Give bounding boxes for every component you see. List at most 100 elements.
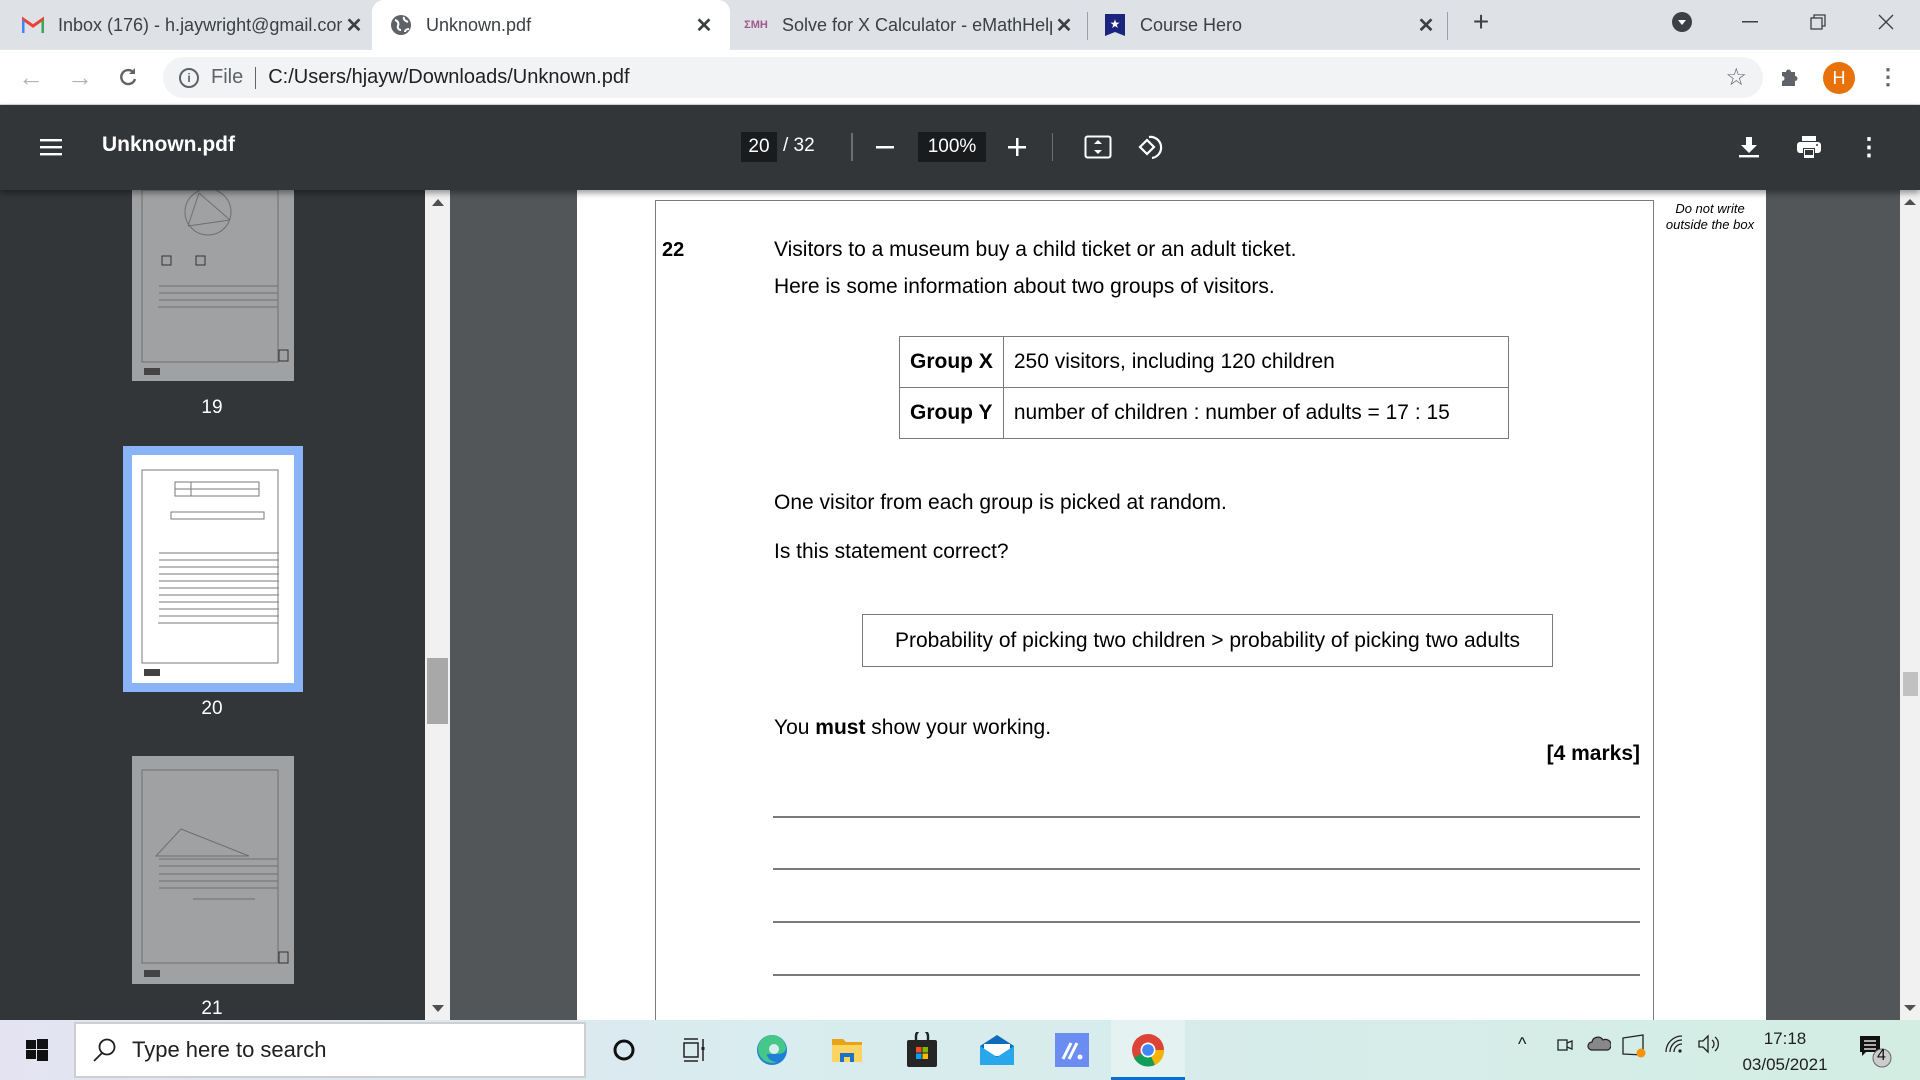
kebab-menu-icon: ⋮ <box>1877 64 1899 89</box>
rotate-button[interactable] <box>1133 130 1169 164</box>
answer-line[interactable] <box>773 816 1640 818</box>
new-tab-label: + <box>1472 6 1490 37</box>
cortana-button[interactable] <box>587 1020 661 1080</box>
tab-title: Inbox (176) - h.jaywright@gmail.com <box>58 14 342 35</box>
start-button[interactable] <box>0 1020 74 1080</box>
scroll-down-arrow-icon[interactable] <box>432 1005 444 1012</box>
working-emphasis: must <box>815 716 866 739</box>
pick-line: One visitor from each group is picked at… <box>774 491 1227 514</box>
system-clock[interactable]: 17:18 03/05/2021 <box>1730 1026 1840 1078</box>
thumbnail-page-20[interactable] <box>123 446 303 692</box>
bookmark-star-icon[interactable]: ☆ <box>1725 63 1747 92</box>
task-view-button[interactable] <box>658 1020 732 1080</box>
edge-button[interactable] <box>735 1020 809 1080</box>
pdf-more-button[interactable]: ⋮ <box>1852 130 1886 164</box>
plus-icon <box>1008 138 1026 156</box>
close-tab-icon[interactable]: ✕ <box>692 13 716 38</box>
close-window-button[interactable] <box>1858 0 1914 44</box>
back-button[interactable]: ← <box>12 58 50 96</box>
minimize-icon <box>1742 21 1758 23</box>
pinned-app-button[interactable] <box>1035 1020 1109 1080</box>
update-status-button[interactable] <box>1622 1034 1648 1063</box>
marks-label: [4 marks] <box>1546 742 1640 765</box>
group-label: Group X <box>899 336 1004 388</box>
new-tab-button[interactable]: + <box>1453 0 1509 44</box>
zoom-in-button[interactable] <box>999 132 1035 162</box>
volume-button[interactable] <box>1697 1034 1721 1059</box>
emathhelp-icon: ΣMH <box>744 19 768 31</box>
taskbar-search[interactable]: Type here to search <box>74 1022 586 1078</box>
answer-line[interactable] <box>773 974 1640 976</box>
download-button[interactable] <box>1732 130 1766 164</box>
pdf-toolbar: Unknown.pdf 20 / 32 100% ⋮ <box>0 105 1920 190</box>
sidebar-scrollbar-thumb[interactable] <box>427 658 448 724</box>
onedrive-button[interactable] <box>1587 1034 1612 1057</box>
mail-button[interactable] <box>960 1020 1034 1080</box>
thumbnail-page-19[interactable] <box>132 190 294 381</box>
viewer-scrollbar[interactable] <box>1900 190 1920 1020</box>
chrome-menu-button[interactable]: ⋮ <box>1869 58 1907 96</box>
omnibox[interactable]: i File C:/Users/hjayw/Downloads/Unknown.… <box>163 57 1763 98</box>
print-button[interactable] <box>1791 130 1827 164</box>
forward-button[interactable]: → <box>61 58 99 96</box>
answer-line[interactable] <box>773 868 1640 870</box>
intro-line-1: Visitors to a museum buy a child ticket … <box>774 238 1297 261</box>
viewer-scrollbar-thumb[interactable] <box>1903 672 1918 696</box>
printer-icon <box>1797 136 1821 158</box>
tab-separator <box>1447 12 1448 40</box>
group-label: Group Y <box>899 387 1004 439</box>
tab-gmail[interactable]: Inbox (176) - h.jaywright@gmail.com ✕ <box>22 0 366 50</box>
working-prefix: You <box>774 716 816 739</box>
scroll-up-arrow-icon[interactable] <box>432 199 444 206</box>
update-icon <box>1622 1034 1646 1058</box>
wifi-button[interactable] <box>1664 1034 1686 1059</box>
course-hero-icon: ★ <box>1104 14 1126 36</box>
clock-time: 17:18 <box>1763 1029 1807 1048</box>
svg-text:★: ★ <box>1110 17 1121 31</box>
profile-avatar[interactable]: H <box>1823 62 1855 94</box>
action-center-button[interactable]: 4 <box>1858 1034 1892 1073</box>
total-pages: / 32 <box>783 135 815 156</box>
page-number-input[interactable]: 20 <box>741 132 777 162</box>
meet-now-button[interactable] <box>1556 1034 1574 1061</box>
scroll-down-arrow-icon[interactable] <box>1904 1005 1916 1011</box>
search-icon <box>93 1038 116 1062</box>
sidebar-toggle-button[interactable] <box>34 132 68 162</box>
minimize-button[interactable] <box>1722 0 1778 44</box>
tab-title: Course Hero <box>1140 14 1243 35</box>
download-icon <box>1739 137 1759 158</box>
pdf-title: Unknown.pdf <box>102 133 235 156</box>
tab-course-hero[interactable]: ★ Course Hero ✕ <box>1104 0 1438 50</box>
extensions-button[interactable] <box>1771 58 1809 96</box>
chrome-icon <box>1132 1034 1165 1067</box>
microsoft-store-button[interactable] <box>885 1020 959 1080</box>
question-line: Is this statement correct? <box>774 540 1009 563</box>
close-tab-icon[interactable]: ✕ <box>1414 13 1438 38</box>
minus-icon <box>876 145 894 148</box>
sidebar-scrollbar[interactable] <box>425 190 450 1020</box>
url-text[interactable]: C:/Users/hjayw/Downloads/Unknown.pdf <box>268 66 629 89</box>
show-hidden-icons-button[interactable]: ^ <box>1518 1034 1526 1055</box>
close-tab-icon[interactable]: ✕ <box>1052 13 1076 38</box>
tab-search-button[interactable] <box>1654 0 1710 44</box>
fit-page-button[interactable] <box>1080 132 1116 162</box>
thumbnail-page-21[interactable] <box>132 756 294 984</box>
back-arrow-icon: ← <box>18 61 44 92</box>
zoom-out-button[interactable] <box>867 132 903 162</box>
answer-line[interactable] <box>773 921 1640 923</box>
close-tab-icon[interactable]: ✕ <box>342 13 366 38</box>
profile-initial: H <box>1832 67 1846 88</box>
search-placeholder: Type here to search <box>132 1037 327 1062</box>
reload-button[interactable] <box>109 58 147 96</box>
restore-button[interactable] <box>1790 0 1846 44</box>
zoom-level-input[interactable]: 100% <box>918 132 986 162</box>
chrome-taskbar-button[interactable] <box>1111 1020 1185 1080</box>
thumbnail-sidebar: 19 20 21 <box>0 190 425 1020</box>
toolbar-divider <box>851 133 853 161</box>
tab-emathhelp[interactable]: ΣMH Solve for X Calculator - eMathHelp ✕ <box>744 0 1076 50</box>
file-explorer-button[interactable] <box>810 1020 884 1080</box>
site-info-icon[interactable]: i <box>179 67 199 88</box>
thumbnail-21-content <box>141 769 289 977</box>
tab-unknown-pdf[interactable]: Unknown.pdf ✕ <box>372 0 730 50</box>
scroll-up-arrow-icon[interactable] <box>1904 199 1916 205</box>
